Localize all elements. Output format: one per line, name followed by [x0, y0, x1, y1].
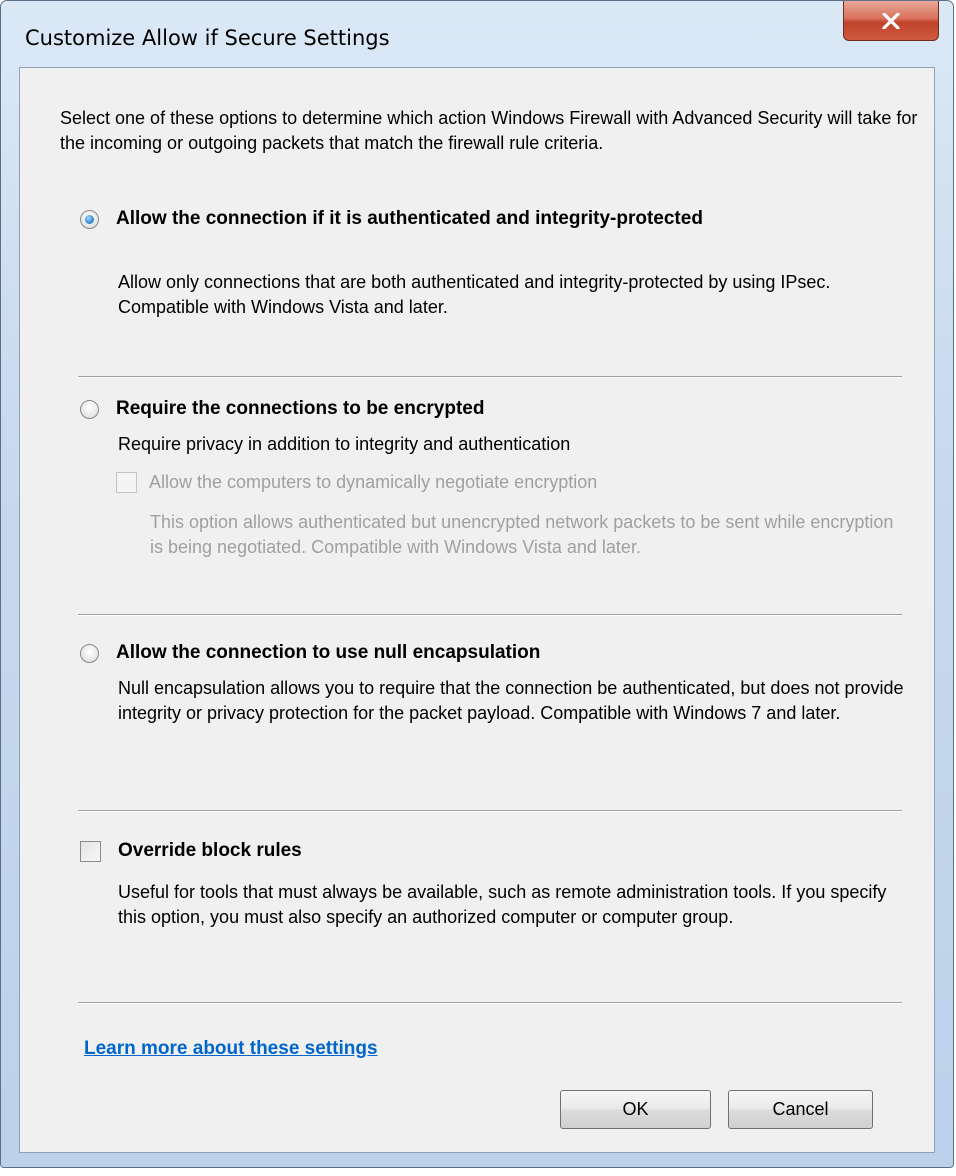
title-bar[interactable]: Customize Allow if Secure Settings: [1, 1, 953, 65]
separator: [78, 614, 902, 616]
close-icon: [882, 12, 900, 29]
option-null-encapsulation[interactable]: Allow the connection to use null encapsu…: [80, 642, 540, 664]
option-encrypted-label[interactable]: Require the connections to be encrypted: [116, 398, 484, 420]
cancel-button[interactable]: Cancel: [728, 1090, 873, 1129]
learn-more-link[interactable]: Learn more about these settings: [84, 1038, 378, 1060]
option-negotiate-encryption-label: Allow the computers to dynamically negot…: [149, 472, 598, 492]
window-title: Customize Allow if Secure Settings: [25, 26, 390, 50]
dialog-window: Customize Allow if Secure Settings Selec…: [0, 0, 954, 1168]
option-authenticated-description: Allow only connections that are both aut…: [118, 272, 831, 317]
option-encrypted-description: Require privacy in addition to integrity…: [118, 434, 571, 454]
radio-encrypted[interactable]: [80, 399, 99, 419]
option-encrypted[interactable]: Require the connections to be encrypted: [80, 398, 484, 420]
radio-null-encapsulation[interactable]: [80, 643, 99, 663]
option-override-block-rules-label[interactable]: Override block rules: [118, 840, 302, 862]
option-authenticated-label[interactable]: Allow the connection if it is authentica…: [116, 208, 703, 230]
separator: [78, 1002, 902, 1004]
close-button[interactable]: [843, 1, 939, 41]
option-null-encapsulation-label[interactable]: Allow the connection to use null encapsu…: [116, 642, 540, 664]
ok-button[interactable]: OK: [560, 1090, 711, 1129]
intro-text: Select one of these options to determine…: [60, 108, 918, 153]
option-null-encapsulation-description: Null encapsulation allows you to require…: [118, 678, 904, 723]
option-override-block-rules-description: Useful for tools that must always be ava…: [118, 882, 887, 927]
radio-authenticated[interactable]: [80, 209, 99, 229]
separator: [78, 376, 902, 378]
option-negotiate-encryption: Allow the computers to dynamically negot…: [116, 472, 597, 493]
option-authenticated[interactable]: Allow the connection if it is authentica…: [80, 208, 703, 230]
checkbox-negotiate-encryption: [116, 472, 137, 493]
separator: [78, 810, 902, 812]
option-negotiate-encryption-description: This option allows authenticated but une…: [150, 512, 894, 557]
dialog-client-area: Select one of these options to determine…: [19, 67, 935, 1153]
checkbox-override-block-rules[interactable]: [80, 840, 101, 862]
option-override-block-rules[interactable]: Override block rules: [80, 840, 302, 862]
